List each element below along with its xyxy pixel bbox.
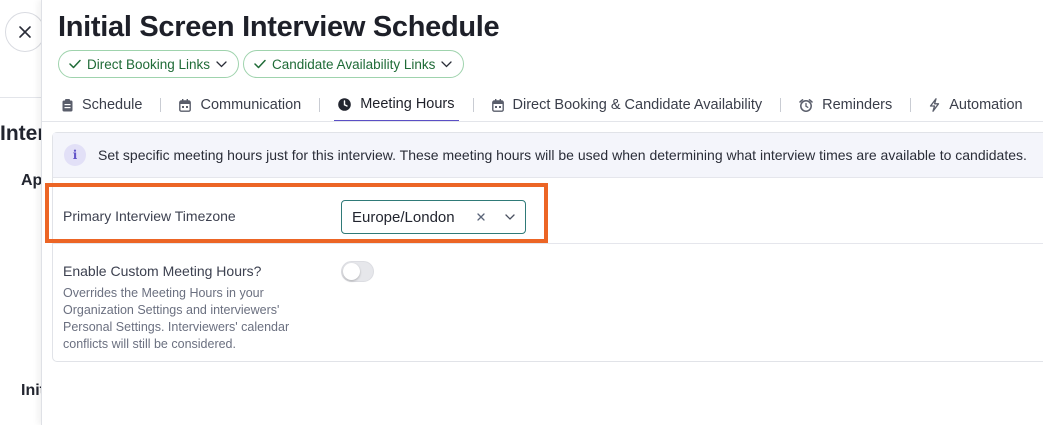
timezone-value: Europe/London <box>352 208 455 226</box>
tab-separator <box>319 98 321 112</box>
interview-schedule-drawer: Initial Screen Interview Schedule Direct… <box>41 0 1043 425</box>
tab-schedule[interactable]: Schedule <box>58 88 146 122</box>
background-footer-label: Init <box>21 382 42 399</box>
pill-label: Direct Booking Links <box>87 56 211 72</box>
tab-separator <box>160 98 162 112</box>
custom-hours-label: Enable Custom Meeting Hours? <box>63 263 262 279</box>
tab-bar: Schedule Communication Meeting Hours Dir… <box>58 88 1027 122</box>
check-icon <box>254 59 266 69</box>
pill-label: Candidate Availability Links <box>272 56 436 72</box>
meeting-hours-panel: i Set specific meeting hours just for th… <box>52 132 1043 362</box>
tab-reminders[interactable]: Reminders <box>795 88 896 122</box>
background-divider <box>0 97 42 98</box>
clear-icon[interactable] <box>474 210 488 224</box>
close-button[interactable] <box>5 12 45 52</box>
clock-icon <box>338 97 352 111</box>
close-icon <box>19 26 31 38</box>
info-icon: i <box>64 144 86 166</box>
custom-hours-toggle[interactable] <box>341 261 374 282</box>
candidate-availability-links-button[interactable]: Candidate Availability Links <box>243 50 465 78</box>
timezone-label: Primary Interview Timezone <box>63 208 236 224</box>
background-section-label: Ap <box>21 172 42 189</box>
tab-separator <box>472 98 474 112</box>
tab-label: Meeting Hours <box>360 96 455 112</box>
calendar-icon <box>179 98 192 112</box>
tab-label: Schedule <box>82 97 143 113</box>
page-title: Initial Screen Interview Schedule <box>58 11 500 43</box>
tab-label: Communication <box>200 97 302 113</box>
chevron-down-icon[interactable] <box>504 211 516 223</box>
lightning-icon <box>929 98 940 112</box>
calendar-icon <box>491 98 504 112</box>
tab-automation[interactable]: Automation <box>925 88 1026 122</box>
timezone-select[interactable]: Europe/London <box>341 200 526 234</box>
check-icon <box>69 59 81 69</box>
tab-meeting-hours[interactable]: Meeting Hours <box>334 88 459 122</box>
tab-bar-divider <box>42 121 1043 122</box>
alarm-clock-icon <box>799 98 813 112</box>
info-banner: i Set specific meeting hours just for th… <box>53 133 1043 178</box>
chevron-down-icon <box>441 60 453 68</box>
tab-separator <box>780 98 782 112</box>
tab-separator <box>910 98 912 112</box>
toggle-knob <box>343 263 360 280</box>
info-banner-text: Set specific meeting hours just for this… <box>98 147 1027 163</box>
row-divider <box>53 243 1043 244</box>
clipboard-icon <box>62 98 73 112</box>
tab-label: Direct Booking & Candidate Availability <box>512 97 763 113</box>
custom-hours-help-text: Overrides the Meeting Hours in your Orga… <box>63 286 290 351</box>
direct-booking-links-button[interactable]: Direct Booking Links <box>58 50 240 78</box>
tab-label: Automation <box>949 97 1023 113</box>
tab-direct-booking-candidate-availability[interactable]: Direct Booking & Candidate Availability <box>488 88 767 122</box>
background-heading: Inter <box>0 122 42 145</box>
chevron-down-icon <box>216 60 227 68</box>
tab-label: Reminders <box>822 97 893 113</box>
tab-communication[interactable]: Communication <box>175 88 305 122</box>
